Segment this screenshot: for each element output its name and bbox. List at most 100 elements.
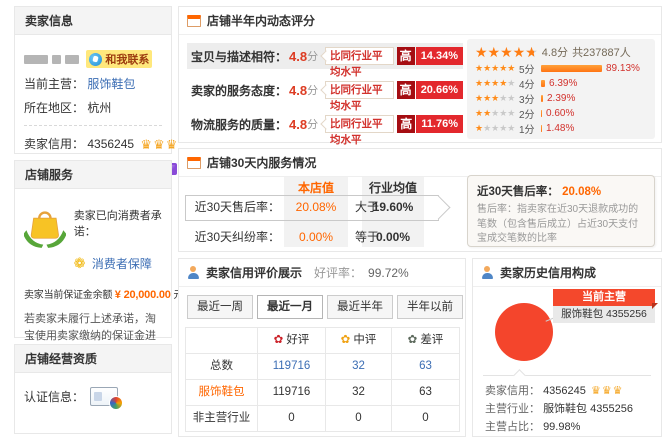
tab-last-month[interactable]: 最近一月 bbox=[257, 295, 323, 319]
dsr-label: 物流服务的质量： bbox=[191, 116, 287, 133]
table-corner-cell bbox=[186, 328, 258, 354]
row-noncore-label: 非主营行业 bbox=[186, 406, 258, 432]
col-bad: ✿差评 bbox=[392, 328, 460, 354]
censored-username-block bbox=[52, 55, 61, 64]
total-mid-count[interactable]: 32 bbox=[326, 354, 392, 380]
dist-percent: 0.60% bbox=[546, 108, 574, 119]
dist-bar bbox=[541, 65, 602, 72]
contact-me-label: 和我联系 bbox=[105, 51, 149, 67]
dsr-title: 店铺半年内动态评分 bbox=[207, 12, 315, 29]
region-label: 所在地区： bbox=[24, 101, 84, 115]
stars-on-icon: ★★ bbox=[475, 108, 491, 118]
stars-on-icon: ★★★ bbox=[475, 93, 499, 103]
row-category-label: 服饰鞋包 bbox=[186, 380, 258, 406]
service-shop-value: 0.00% bbox=[284, 225, 348, 249]
certification-card-icon[interactable] bbox=[90, 387, 118, 406]
col-mid: ✿中评 bbox=[326, 328, 392, 354]
credit-history-panel: 卖家历史信用构成 当前主营 服饰鞋包 4355256 卖家信用： 4356245… bbox=[472, 258, 662, 437]
protection-flower-icon: ❁ bbox=[74, 255, 86, 271]
service-industry-value: 0.00% bbox=[362, 225, 424, 249]
tab-before-half-year[interactable]: 半年以前 bbox=[397, 295, 463, 319]
pie-tooltip-text: 服饰鞋包 4355256 bbox=[553, 306, 655, 323]
dist-percent: 1.48% bbox=[546, 123, 574, 134]
dist-percent: 6.39% bbox=[549, 78, 577, 89]
tab-last-half-year[interactable]: 最近半年 bbox=[327, 295, 393, 319]
good-flower-icon: ✿ bbox=[274, 334, 284, 346]
history-row-label: 主营行业： bbox=[485, 403, 540, 415]
dispute-rate-row: 近30天纠纷率： 0.00% 等于 0.00% bbox=[185, 225, 485, 249]
history-row-value: 4356245 bbox=[543, 385, 586, 397]
star-distribution-box: ★★★★★ 4.8分 共237887人 ★★★★★ 5分 89.13% ★★★★… bbox=[467, 39, 655, 139]
industry-compare-label: 比同行业平均水平 bbox=[325, 47, 394, 65]
dsr-score: 4.8 bbox=[289, 83, 307, 98]
aftersale-tooltip: 近30天售后率： 20.08% 售后率：指卖家在近30天退款成功的笔数（包含售后… bbox=[467, 175, 655, 247]
cert-label: 认证信息： bbox=[24, 388, 84, 405]
dsr-panel: 店铺半年内动态评分 宝贝与描述相符： 4.8 分 比同行业平均水平 高 14.3… bbox=[178, 6, 662, 143]
stars-on-icon: ★★★★ bbox=[475, 78, 507, 88]
seller-username-row: 和我联系 bbox=[24, 50, 162, 68]
category-mid-count: 32 bbox=[326, 380, 392, 406]
tooltip-title: 近30天售后率： bbox=[477, 186, 559, 198]
service-row-label: 近30天纠纷率： bbox=[185, 225, 280, 249]
dsr-unit: 分 bbox=[307, 48, 318, 64]
service-30d-panel: 店铺30天内服务情况 本店值 行业均值 近30天售后率： 20.08% 大于 1… bbox=[178, 148, 662, 252]
service-shop-value: 20.08% bbox=[284, 195, 348, 219]
history-main-share-row: 主营占比： 99.98% bbox=[485, 419, 580, 435]
history-main-category-row: 主营行业： 服饰鞋包 4355256 bbox=[485, 401, 633, 417]
col-shop-value: 本店值 bbox=[284, 179, 348, 196]
rating-table: ✿好评 ✿中评 ✿差评 总数 119716 32 63 服饰鞋包 119716 … bbox=[185, 327, 460, 432]
industry-compare-label: 比同行业平均水平 bbox=[325, 81, 394, 99]
consumer-protection-link[interactable]: 消费者保障 bbox=[92, 257, 152, 271]
noncore-mid-count: 0 bbox=[326, 406, 392, 432]
service-title: 店铺30天内服务情况 bbox=[207, 154, 316, 171]
divider-notch bbox=[513, 369, 526, 382]
stars-on-icon: ★ bbox=[475, 123, 483, 133]
dist-row-5: ★★★★★ 5分 89.13% bbox=[475, 61, 647, 76]
wangwang-icon bbox=[89, 53, 102, 66]
aftersale-rate-row: 近30天售后率： 20.08% 大于 19.60% bbox=[185, 195, 485, 219]
crown-icons: ♛♛♛ bbox=[140, 137, 178, 152]
pie-tooltip: 当前主营 服饰鞋包 4355256 bbox=[553, 289, 655, 323]
service-industry-value: 19.60% bbox=[362, 195, 424, 219]
consumer-protection-bag-icon bbox=[24, 201, 66, 253]
seller-credit-label: 卖家信用： bbox=[24, 137, 84, 151]
total-bad-count[interactable]: 63 bbox=[392, 354, 460, 380]
stars-off-icon: ★★ bbox=[499, 93, 515, 103]
service-row-label: 近30天售后率： bbox=[185, 195, 280, 219]
high-tag: 高 bbox=[397, 81, 415, 99]
time-range-tabs: 最近一周 最近一月 最近半年 半年以前 bbox=[187, 295, 463, 319]
category-good-count: 119716 bbox=[258, 380, 326, 406]
category-bad-count: 63 bbox=[392, 380, 460, 406]
seller-info-title: 卖家信息 bbox=[15, 7, 171, 35]
stars-off-icon: ★ bbox=[507, 78, 515, 88]
history-row-value: 服饰鞋包 4355256 bbox=[543, 403, 633, 415]
shop-icon bbox=[187, 157, 201, 169]
dsr-label: 宝贝与描述相符： bbox=[191, 48, 287, 65]
stars-off-icon: ★★★ bbox=[491, 108, 515, 118]
noncore-good-count: 0 bbox=[258, 406, 326, 432]
dist-label: 2分 bbox=[519, 106, 539, 121]
noncore-bad-count: 0 bbox=[392, 406, 460, 432]
dist-row-2: ★★★★★ 2分 0.60% bbox=[475, 106, 647, 121]
deposit-amount: ¥ 20,000.00 bbox=[115, 289, 171, 301]
dist-label: 3分 bbox=[519, 91, 539, 106]
dist-row-1: ★★★★★ 1分 1.48% bbox=[475, 121, 647, 136]
row-total-label: 总数 bbox=[186, 354, 258, 380]
stars-on-icon: ★★★★★ bbox=[475, 63, 515, 73]
tab-last-week[interactable]: 最近一周 bbox=[187, 295, 253, 319]
high-percent: 11.76% bbox=[416, 115, 463, 133]
total-good-count[interactable]: 119716 bbox=[258, 354, 326, 380]
qualification-panel: 店铺经营资质 认证信息： bbox=[14, 344, 172, 434]
history-row-label: 主营占比： bbox=[485, 421, 540, 433]
contact-me-badge[interactable]: 和我联系 bbox=[86, 50, 152, 68]
person-icon bbox=[481, 266, 494, 279]
dist-percent: 2.39% bbox=[547, 93, 575, 104]
dsr-unit: 分 bbox=[307, 116, 318, 132]
shop-service-panel: 店铺服务 卖家已向消费者承诺： ❁ 消费者保障 卖家当前保证金余额 ¥ 20,0… bbox=[14, 160, 172, 338]
history-title: 卖家历史信用构成 bbox=[500, 264, 596, 281]
deposit-label: 卖家当前保证金余额 bbox=[24, 290, 112, 301]
seller-info-panel: 卖家信息 和我联系 当前主营： 服饰鞋包 所在地区： 杭州 卖家信用： 4356… bbox=[14, 6, 172, 154]
main-category-link[interactable]: 服饰鞋包 bbox=[87, 77, 135, 91]
col-mid-label: 中评 bbox=[353, 334, 376, 346]
tooltip-desc: 售后率：指卖家在近30天退款成功的笔数（包含售后成立）占近30天支付宝成交笔数的… bbox=[477, 203, 645, 247]
